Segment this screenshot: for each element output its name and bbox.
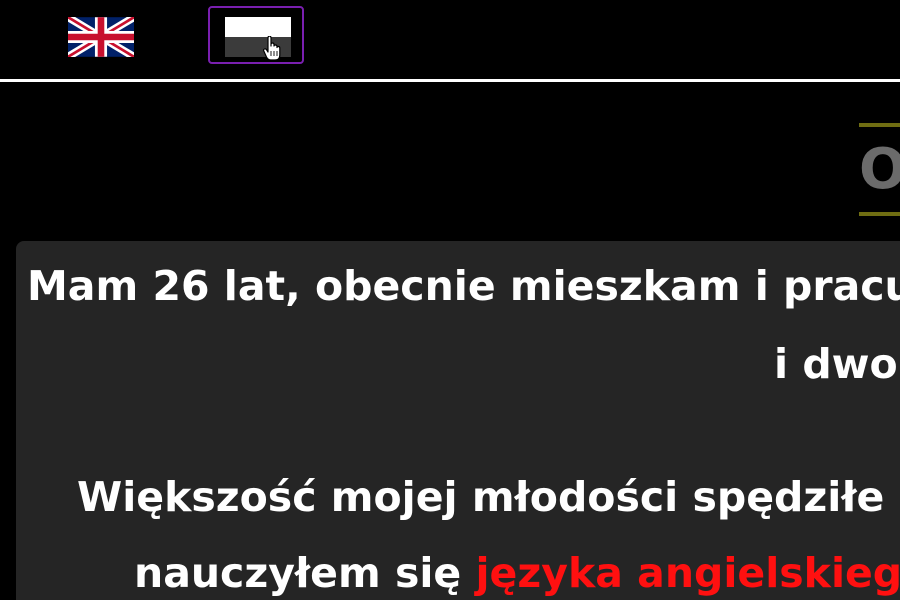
about-line-2: i dwor bbox=[774, 340, 900, 388]
language-switcher bbox=[0, 0, 900, 80]
about-line-1: Mam 26 lat, obecnie mieszkam i pracu bbox=[27, 262, 900, 310]
polish-language-button[interactable] bbox=[208, 6, 304, 64]
header-divider bbox=[0, 79, 900, 82]
highlight-english-language: języka angielskieg bbox=[475, 549, 900, 597]
about-line-4: nauczyłem się języka angielskieg bbox=[134, 548, 900, 598]
about-line-4-text: nauczyłem się bbox=[134, 549, 476, 597]
heading-bottom-bar bbox=[859, 212, 900, 216]
about-line-3: Większość mojej młodości spędziłe bbox=[77, 473, 885, 521]
section-heading-text: O bbox=[859, 137, 900, 202]
uk-flag-icon[interactable] bbox=[66, 13, 136, 61]
hand-pointer-icon bbox=[263, 35, 281, 62]
section-heading: O bbox=[859, 123, 900, 217]
page: O Mam 26 lat, obecnie mieszkam i pracu i… bbox=[0, 0, 900, 600]
heading-top-bar bbox=[859, 123, 900, 127]
pl-flag-icon bbox=[225, 17, 291, 57]
